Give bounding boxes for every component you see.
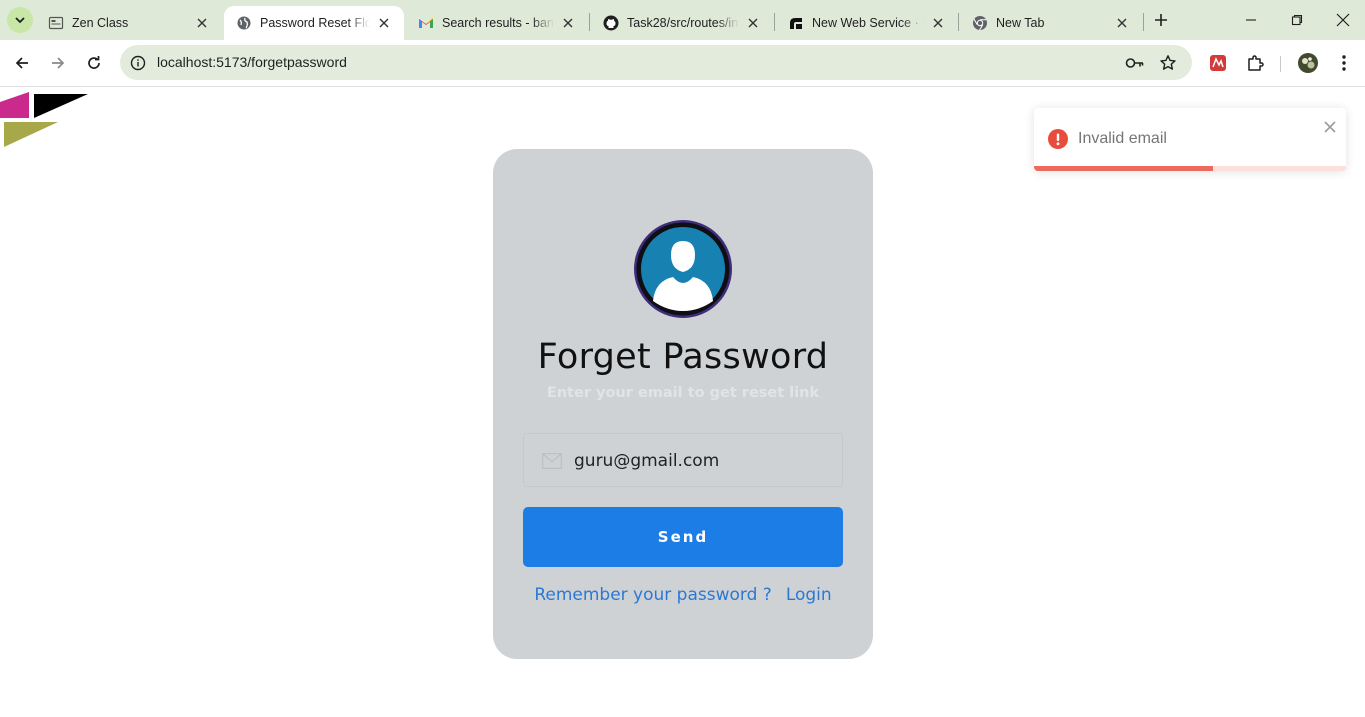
minimize-button[interactable] (1228, 0, 1274, 40)
restore-icon (1291, 14, 1303, 26)
plus-icon (1155, 14, 1167, 26)
close-tab-icon[interactable] (376, 15, 392, 31)
restore-button[interactable] (1274, 0, 1320, 40)
minimize-icon (1246, 19, 1256, 21)
github-icon (603, 15, 619, 31)
extension-red-icon (1210, 55, 1226, 71)
tab-title: New Web Service · R (812, 16, 924, 30)
close-tab-icon[interactable] (745, 15, 761, 31)
close-icon (1336, 13, 1350, 27)
close-tab-icon[interactable] (930, 15, 946, 31)
back-button[interactable] (7, 48, 37, 78)
toast-message: Invalid email (1078, 130, 1167, 147)
browser-toolbar: localhost:5173/forgetpassword (0, 40, 1365, 87)
email-field[interactable] (523, 433, 843, 487)
reload-icon (88, 56, 100, 69)
url-text: localhost:5173/forgetpassword (157, 54, 347, 70)
password-key-icon[interactable] (1124, 53, 1146, 73)
tab-title: Task28/src/routes/ind (627, 16, 739, 30)
remember-password-link[interactable]: Remember your password ? (534, 585, 772, 605)
site-info-icon[interactable] (128, 53, 148, 73)
browser-menu-button[interactable] (1329, 48, 1359, 78)
profile-button[interactable] (1293, 48, 1323, 78)
tab-gmail-search[interactable]: Search results - banal (406, 6, 588, 40)
page-content: Forget Password Enter your email to get … (0, 88, 1365, 717)
arrow-right-icon (52, 57, 65, 69)
forward-button[interactable] (43, 48, 73, 78)
address-bar[interactable]: localhost:5173/forgetpassword (120, 45, 1192, 80)
render-icon (788, 15, 804, 31)
tab-strip: Zen Class Password Reset Flow Search res… (0, 0, 1365, 40)
puzzle-icon (1248, 55, 1264, 71)
tab-render[interactable]: New Web Service · R (776, 6, 958, 40)
close-tab-icon[interactable] (194, 15, 210, 31)
decorative-shapes (0, 92, 88, 147)
avatar (1298, 53, 1318, 73)
tab-title: New Tab (996, 16, 1045, 30)
more-vert-icon (1342, 55, 1346, 71)
tab-password-reset-flow[interactable]: Password Reset Flow (224, 6, 404, 40)
tab-separator (958, 13, 959, 31)
arrow-left-icon (15, 57, 28, 69)
close-tab-icon[interactable] (1114, 15, 1130, 31)
close-window-button[interactable] (1320, 0, 1365, 40)
tab-github[interactable]: Task28/src/routes/ind (591, 6, 773, 40)
tab-title: Search results - banal (442, 16, 554, 30)
chrome-icon (972, 15, 988, 31)
tab-search-button[interactable] (7, 7, 33, 33)
zen-class-favicon (48, 15, 64, 31)
tab-separator (589, 13, 590, 31)
globe-icon (236, 15, 252, 31)
tab-title: Password Reset Flow (260, 16, 370, 30)
user-avatar-icon (634, 220, 732, 318)
close-tab-icon[interactable] (560, 15, 576, 31)
login-links: Remember your password ? Login (493, 585, 873, 605)
page-subtitle: Enter your email to get reset link (546, 385, 820, 401)
close-icon[interactable] (1323, 120, 1337, 134)
email-input[interactable] (574, 442, 834, 480)
tab-separator (774, 13, 775, 31)
envelope-icon (542, 453, 562, 469)
error-icon (1048, 129, 1068, 149)
error-toast: Invalid email (1034, 108, 1346, 171)
new-tab-button[interactable] (1150, 9, 1172, 31)
gmail-icon (418, 15, 434, 31)
toolbar-divider (1280, 56, 1281, 72)
toast-progress-bar (1034, 166, 1214, 171)
chevron-down-icon (15, 17, 25, 24)
tab-zen-class[interactable]: Zen Class (36, 6, 222, 40)
extension-button[interactable] (1203, 48, 1233, 78)
tab-title: Zen Class (72, 16, 129, 30)
page-title: Forget Password (537, 337, 829, 377)
send-button[interactable]: Send (523, 507, 843, 567)
tab-new-tab[interactable]: New Tab (960, 6, 1142, 40)
login-link[interactable]: Login (786, 585, 832, 605)
extensions-menu-button[interactable] (1240, 48, 1270, 78)
reload-button[interactable] (79, 48, 109, 78)
bookmark-star-icon[interactable] (1157, 52, 1179, 74)
tab-separator (1143, 13, 1144, 31)
forget-password-card: Forget Password Enter your email to get … (493, 149, 873, 659)
